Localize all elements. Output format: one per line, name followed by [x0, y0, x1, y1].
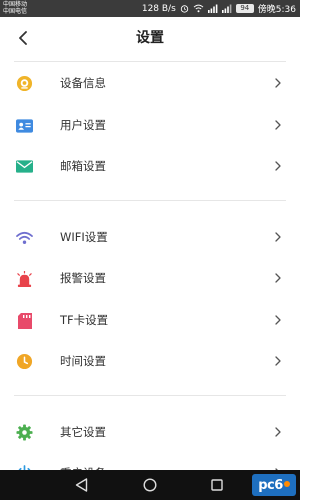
chevron-right-icon: [275, 273, 281, 283]
setting-label: 用户设置: [60, 118, 106, 132]
nav-back-button[interactable]: [73, 477, 89, 493]
carrier-1-label: 中国移动: [3, 1, 28, 8]
section-divider: [14, 61, 286, 62]
status-indicators: 128 B/s 94 傍晚5:36: [142, 0, 296, 17]
square-recents-icon: [211, 479, 223, 491]
chevron-right-icon: [275, 315, 281, 325]
setting-item-tf-card-settings[interactable]: TF卡设置: [0, 301, 300, 339]
alarm-icon: [16, 270, 33, 287]
alarm-clock-icon: [180, 4, 189, 13]
setting-item-time-settings[interactable]: 时间设置: [0, 342, 300, 380]
system-navigation-bar: pc6: [0, 470, 300, 500]
battery-level: 94: [235, 4, 254, 13]
carrier-2-label: 中国电信: [3, 8, 28, 15]
chevron-right-icon: [275, 427, 281, 437]
watermark-dot: [283, 481, 290, 487]
setting-label: TF卡设置: [60, 313, 109, 327]
setting-label: 时间设置: [60, 354, 106, 368]
chevron-right-icon: [275, 356, 281, 366]
nav-recents-button[interactable]: [209, 477, 225, 493]
mail-icon: [16, 158, 33, 175]
nav-home-button[interactable]: [142, 477, 158, 493]
wifi-signal-icon: [193, 4, 204, 13]
setting-item-user-settings[interactable]: 用户设置: [0, 106, 300, 144]
user-card-icon: [16, 117, 33, 134]
chevron-right-icon: [275, 120, 281, 130]
chevron-right-icon: [275, 161, 281, 171]
chevron-right-icon: [275, 232, 281, 242]
setting-label: 报警设置: [60, 271, 106, 285]
setting-item-mail-settings[interactable]: 邮箱设置: [0, 147, 300, 185]
setting-item-device-info[interactable]: 设备信息: [0, 64, 300, 102]
setting-item-other-settings[interactable]: 其它设置: [0, 413, 300, 451]
gear-icon: [16, 424, 33, 441]
triangle-back-icon: [75, 478, 87, 492]
section-divider: [14, 395, 286, 396]
clock-icon: [16, 353, 33, 370]
clock-time: 傍晚5:36: [257, 5, 296, 15]
carrier-info: 中国移动 中国电信: [3, 1, 27, 15]
sd-card-icon: [16, 312, 33, 329]
setting-item-wifi-settings[interactable]: WIFI设置: [0, 218, 300, 256]
status-bar: 中国移动 中国电信 128 B/s 94 傍晚5:36: [0, 0, 300, 17]
section-divider: [14, 200, 286, 201]
cellular-signal-2-icon: [221, 4, 232, 13]
cellular-signal-icon: [207, 4, 218, 13]
chevron-right-icon: [275, 78, 281, 88]
setting-label: 其它设置: [60, 425, 106, 439]
wifi-icon: [16, 229, 33, 246]
app-header: 设置: [0, 17, 300, 59]
circle-home-icon: [143, 478, 157, 492]
device-info-icon: [16, 75, 33, 92]
setting-label: 邮箱设置: [60, 159, 106, 173]
network-speed: 128 B/s: [141, 3, 176, 14]
setting-item-alarm-settings[interactable]: 报警设置: [0, 259, 300, 297]
setting-label: WIFI设置: [60, 230, 108, 244]
page-title: 设置: [136, 30, 164, 46]
setting-label: 设备信息: [60, 76, 106, 90]
watermark-text: pc6: [258, 477, 283, 493]
watermark-logo: pc6: [252, 474, 296, 496]
